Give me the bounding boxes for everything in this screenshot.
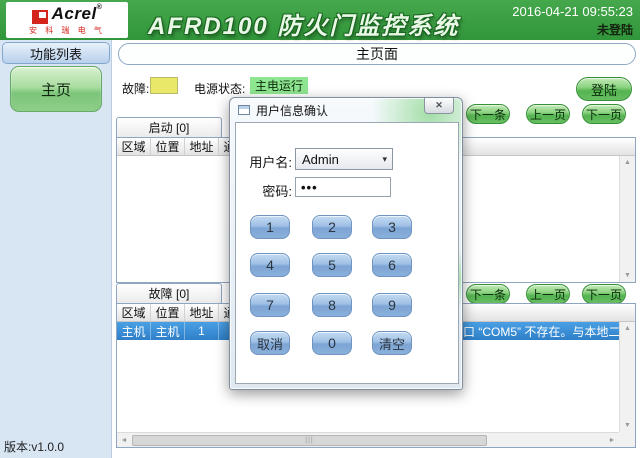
password-input[interactable] — [295, 177, 391, 197]
column-header-address[interactable]: 地址 — [185, 138, 219, 155]
keypad-8-button[interactable]: 8 — [312, 293, 352, 317]
scrollbar-corner — [619, 432, 635, 447]
tab-start[interactable]: 启动 [0] — [116, 117, 222, 137]
start-table-vertical-scrollbar[interactable]: ▲ ▼ — [619, 156, 635, 282]
prev-page-button-top[interactable]: 上一页 — [526, 104, 570, 124]
row-cell-position: 主机 — [151, 322, 185, 340]
close-icon: ✕ — [435, 100, 443, 111]
fault-table-horizontal-scrollbar[interactable]: ◄ ||| ► — [117, 432, 619, 447]
scroll-down-icon[interactable]: ▼ — [624, 269, 631, 282]
keypad-3-button[interactable]: 3 — [372, 215, 412, 239]
scroll-up-icon[interactable]: ▲ — [624, 156, 631, 169]
fault-label: 故障: — [122, 80, 149, 97]
username-value: Admin — [302, 152, 339, 167]
brand-subtitle: 安 科 瑞 电 气 — [29, 25, 105, 36]
keypad-9-button[interactable]: 9 — [372, 293, 412, 317]
next-item-button-bottom[interactable]: 下一条 — [466, 284, 510, 304]
acrel-logo-icon — [32, 10, 48, 24]
scroll-right-icon[interactable]: ► — [605, 437, 619, 444]
keypad-7-button[interactable]: 7 — [250, 293, 290, 317]
cancel-button[interactable]: 取消 — [250, 331, 290, 355]
app-title: AFRD100 防火门监控系统 — [148, 6, 459, 41]
version-text: 版本:v1.0.0 — [4, 438, 64, 455]
keypad-0-button[interactable]: 0 — [312, 331, 352, 355]
row-cell-address: 1 — [185, 322, 219, 340]
scroll-down-icon[interactable]: ▼ — [624, 419, 631, 432]
horizontal-scrollbar-thumb[interactable]: ||| — [132, 435, 487, 446]
close-button[interactable]: ✕ — [424, 98, 454, 114]
tab-fault[interactable]: 故障 [0] — [116, 283, 222, 303]
scrollbar-grip-icon: ||| — [305, 437, 313, 444]
next-item-button-top[interactable]: 下一条 — [466, 104, 510, 124]
fault-table-vertical-scrollbar[interactable]: ▲ ▼ — [619, 322, 635, 432]
login-dialog: 用户信息确认 ✕ 用户名: Admin ▾ 密码: 1 2 3 4 5 6 7 … — [229, 97, 463, 390]
keypad-5-button[interactable]: 5 — [312, 253, 352, 277]
sidebar: 功能列表 主页 版本:v1.0.0 — [0, 40, 112, 458]
chevron-down-icon: ▾ — [382, 154, 387, 165]
next-page-button-top[interactable]: 下一页 — [582, 104, 626, 124]
login-button[interactable]: 登陆 — [576, 77, 632, 101]
username-select[interactable]: Admin ▾ — [295, 148, 393, 170]
column-header-address[interactable]: 地址 — [185, 304, 219, 321]
power-status-value: 主电运行 — [250, 77, 308, 94]
row-fault-message: 口 “COM5” 不存在。与本地二总 — [463, 322, 619, 340]
scroll-up-icon[interactable]: ▲ — [624, 322, 631, 335]
column-header-position[interactable]: 位置 — [151, 138, 185, 155]
row-cell-area: 主机 — [117, 322, 151, 340]
dialog-window-icon — [238, 105, 250, 115]
clear-button[interactable]: 清空 — [372, 331, 412, 355]
keypad-1-button[interactable]: 1 — [250, 215, 290, 239]
login-status-text: 未登陆 — [597, 21, 633, 38]
keypad-6-button[interactable]: 6 — [372, 253, 412, 277]
fault-indicator — [150, 77, 178, 94]
dialog-body: 用户名: Admin ▾ 密码: 1 2 3 4 5 6 7 8 9 取消 0 … — [235, 122, 459, 384]
next-page-button-bottom[interactable]: 下一页 — [582, 284, 626, 304]
column-header-position[interactable]: 位置 — [151, 304, 185, 321]
acrel-logo: Acrel® 安 科 瑞 电 气 — [6, 2, 128, 38]
power-status-label: 电源状态: — [194, 80, 245, 97]
function-list-button[interactable]: 功能列表 — [2, 42, 110, 64]
keypad-2-button[interactable]: 2 — [312, 215, 352, 239]
keypad-4-button[interactable]: 4 — [250, 253, 290, 277]
datetime-text: 2016-04-21 09:55:23 — [512, 4, 633, 19]
brand-text: Acrel® — [52, 4, 103, 24]
page-title: 主页面 — [118, 43, 636, 65]
prev-page-button-bottom[interactable]: 上一页 — [526, 284, 570, 304]
password-label: 密码: — [246, 181, 292, 200]
header-bar: Acrel® 安 科 瑞 电 气 AFRD100 防火门监控系统 2016-04… — [0, 0, 640, 40]
column-header-area[interactable]: 区域 — [117, 138, 151, 155]
app-window: Acrel® 安 科 瑞 电 气 AFRD100 防火门监控系统 2016-04… — [0, 0, 640, 458]
username-label: 用户名: — [246, 152, 292, 171]
column-header-area[interactable]: 区域 — [117, 304, 151, 321]
registered-mark: ® — [97, 4, 103, 11]
scroll-left-icon[interactable]: ◄ — [117, 437, 131, 444]
sidebar-item-home[interactable]: 主页 — [10, 66, 102, 112]
dialog-title: 用户信息确认 — [256, 102, 328, 119]
